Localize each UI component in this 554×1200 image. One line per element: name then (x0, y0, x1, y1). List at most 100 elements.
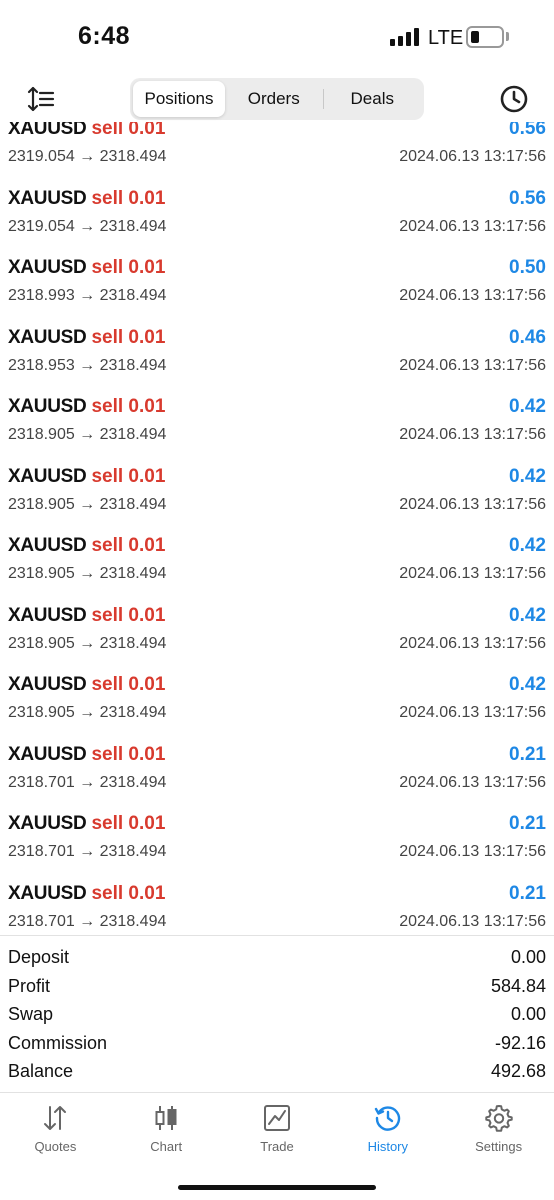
history-segmented-control: Positions Orders Deals (130, 78, 424, 120)
tab-label: Chart (150, 1139, 183, 1154)
deal-side: sell 0.01 (91, 743, 166, 765)
deal-symbol: XAUUSD (8, 813, 87, 834)
account-summary: Deposit 0.00 Profit 584.84 Swap 0.00 Com… (0, 944, 554, 1087)
deal-time: 2024.06.13 13:17:56 (399, 565, 546, 582)
deal-prices: 2319.054 → 2318.494 (8, 148, 167, 165)
trade-chart-icon (263, 1105, 290, 1131)
deal-title: XAUUSD sell 0.01 (8, 744, 165, 766)
sort-icon[interactable] (26, 84, 56, 114)
deal-profit: 0.56 (509, 187, 546, 209)
deal-row[interactable]: XAUUSD sell 0.01 0.21 2318.701 → 2318.494 20… (0, 871, 554, 936)
deal-side: sell 0.01 (91, 535, 166, 556)
deal-title: XAUUSD sell 0.01 (8, 466, 165, 488)
deal-profit: 0.21 (509, 813, 546, 834)
deal-title: XAUUSD sell 0.01 (8, 674, 165, 696)
deal-time: 2024.06.13 13:17:56 (399, 287, 546, 304)
deal-row[interactable]: XAUUSD sell 0.01 0.56 2319.054 → 2318.494 20… (0, 122, 554, 176)
tabbar-history[interactable]: History (332, 1093, 443, 1168)
summary-row-commission: Commission -92.16 (0, 1030, 554, 1059)
deal-symbol: XAUUSD (8, 257, 87, 278)
deal-symbol: XAUUSD (8, 122, 87, 139)
tabbar-settings[interactable]: Settings (443, 1093, 554, 1168)
clock-icon[interactable] (498, 83, 530, 115)
deal-prices: 2319.054 → 2318.494 (8, 217, 167, 235)
quotes-arrows-icon (44, 1106, 67, 1130)
summary-label: Commission (8, 1032, 108, 1053)
tab-label: Settings (475, 1139, 523, 1154)
summary-row-deposit: Deposit 0.00 (0, 944, 554, 973)
tabbar-quotes[interactable]: Quotes (0, 1093, 111, 1168)
deal-symbol: XAUUSD (8, 326, 87, 348)
status-time: 6:48 (78, 22, 131, 50)
deal-time: 2024.06.13 13:17:56 (399, 148, 546, 165)
tabbar-trade[interactable]: Trade (222, 1093, 333, 1168)
deal-prices: 2318.905 → 2318.494 (8, 495, 167, 513)
deal-time: 2024.06.13 13:17:56 (399, 217, 546, 235)
summary-row-profit: Profit 584.84 (0, 973, 554, 1002)
deal-row[interactable]: XAUUSD sell 0.01 0.42 2318.905 → 2318.494 20… (0, 662, 554, 732)
tab-label: Trade (260, 1139, 294, 1154)
deal-side: sell 0.01 (91, 122, 166, 139)
deal-title: XAUUSD sell 0.01 (8, 883, 165, 905)
deal-time: 2024.06.13 13:17:56 (399, 634, 546, 652)
deal-prices: 2318.905 → 2318.494 (8, 704, 167, 721)
deal-row[interactable]: XAUUSD sell 0.01 0.21 2318.701 → 2318.494 20… (0, 801, 554, 871)
summary-label: Swap (8, 1004, 54, 1024)
bottom-tab-bar: Quotes Chart Trade History Settings (0, 1093, 554, 1168)
deal-side: sell 0.01 (91, 257, 166, 278)
deal-profit: 0.56 (509, 122, 546, 139)
deal-row[interactable]: XAUUSD sell 0.01 0.42 2318.905 → 2318.494 20… (0, 454, 554, 524)
tab-positions[interactable]: Positions (133, 81, 225, 117)
deal-side: sell 0.01 (91, 674, 166, 695)
deals-list-content: XAUUSD sell 0.01 0.56 2319.054 → 2318.494 20… (0, 122, 554, 935)
deal-row[interactable]: XAUUSD sell 0.01 0.21 2318.701 → 2318.494 20… (0, 732, 554, 802)
deal-title: XAUUSD sell 0.01 (8, 257, 165, 279)
summary-row-balance: Balance 492.68 (0, 1058, 554, 1087)
deal-row[interactable]: XAUUSD sell 0.01 0.50 2318.993 → 2318.494 20… (0, 245, 554, 315)
deal-profit: 0.42 (509, 604, 546, 626)
summary-label: Balance (8, 1061, 74, 1081)
deal-prices: 2318.701 → 2318.494 (8, 843, 167, 860)
deals-list[interactable]: XAUUSD sell 0.01 0.56 2319.054 → 2318.494 20… (0, 122, 554, 935)
summary-value: -92.16 (494, 1032, 546, 1053)
deal-profit: 0.42 (509, 465, 546, 487)
deal-profit: 0.42 (509, 674, 546, 695)
cellular-signal-icon (390, 28, 419, 46)
deal-title: XAUUSD sell 0.01 (8, 813, 165, 835)
deal-title: XAUUSD sell 0.01 (8, 122, 165, 140)
battery-icon (466, 26, 504, 48)
deal-profit: 0.42 (509, 535, 546, 556)
deal-time: 2024.06.13 13:17:56 (399, 356, 546, 374)
deal-symbol: XAUUSD (8, 674, 87, 695)
network-type: LTE (428, 27, 464, 49)
deal-title: XAUUSD sell 0.01 (8, 535, 165, 557)
summary-value: 0.00 (510, 1004, 546, 1024)
deal-row[interactable]: XAUUSD sell 0.01 0.42 2318.905 → 2318.494 20… (0, 384, 554, 454)
deal-symbol: XAUUSD (8, 187, 87, 209)
deal-profit: 0.21 (509, 882, 546, 904)
tab-deals[interactable]: Deals (324, 81, 422, 117)
tab-label: History (367, 1139, 409, 1154)
tabbar-chart[interactable]: Chart (111, 1093, 222, 1168)
tab-orders[interactable]: Orders (225, 81, 323, 117)
tab-label: Quotes (34, 1139, 77, 1154)
deal-row[interactable]: XAUUSD sell 0.01 0.42 2318.905 → 2318.494 20… (0, 523, 554, 593)
deal-symbol: XAUUSD (8, 535, 87, 556)
deal-title: XAUUSD sell 0.01 (8, 327, 165, 349)
deal-row[interactable]: XAUUSD sell 0.01 0.56 2319.054 → 2318.494 20… (0, 176, 554, 246)
deal-row[interactable]: XAUUSD sell 0.01 0.42 2318.905 → 2318.494 20… (0, 593, 554, 663)
deal-row[interactable]: XAUUSD sell 0.01 0.46 2318.953 → 2318.494 20… (0, 315, 554, 385)
deal-time: 2024.06.13 13:17:56 (399, 495, 546, 513)
deal-side: sell 0.01 (91, 465, 166, 487)
deal-profit: 0.46 (509, 326, 546, 348)
deal-profit: 0.42 (509, 396, 546, 417)
list-divider (0, 935, 554, 936)
deal-symbol: XAUUSD (8, 743, 87, 765)
deal-side: sell 0.01 (91, 604, 166, 626)
deal-time: 2024.06.13 13:17:56 (399, 704, 546, 721)
deal-prices: 2318.701 → 2318.494 (8, 773, 167, 791)
home-indicator[interactable] (178, 1185, 376, 1190)
deal-time: 2024.06.13 13:17:56 (399, 843, 546, 860)
history-clock-icon (374, 1106, 400, 1131)
deal-side: sell 0.01 (91, 326, 166, 348)
